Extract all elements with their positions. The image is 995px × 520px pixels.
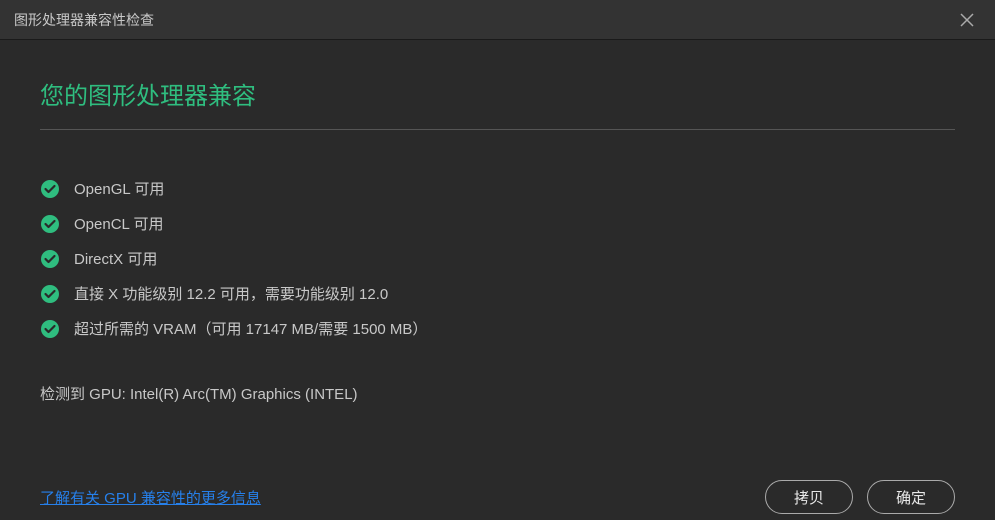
window-title: 图形处理器兼容性检查 (14, 10, 154, 30)
check-label: 直接 X 功能级别 12.2 可用，需要功能级别 12.0 (74, 283, 388, 304)
dialog-footer: 了解有关 GPU 兼容性的更多信息 拷贝 确定 (0, 480, 995, 514)
divider (40, 129, 955, 130)
close-button[interactable] (953, 6, 981, 34)
check-circle-icon (40, 249, 60, 269)
dialog-content: 您的图形处理器兼容 OpenGL 可用 OpenCL 可用 DirectX 可用… (0, 40, 995, 480)
check-item-feature-level: 直接 X 功能级别 12.2 可用，需要功能级别 12.0 (40, 283, 955, 304)
learn-more-link[interactable]: 了解有关 GPU 兼容性的更多信息 (40, 487, 261, 508)
check-label: DirectX 可用 (74, 248, 157, 269)
check-label: OpenCL 可用 (74, 213, 163, 234)
check-item-opengl: OpenGL 可用 (40, 178, 955, 199)
check-item-opencl: OpenCL 可用 (40, 213, 955, 234)
check-item-directx: DirectX 可用 (40, 248, 955, 269)
close-icon (959, 12, 975, 28)
compatibility-heading: 您的图形处理器兼容 (40, 76, 955, 111)
check-circle-icon (40, 319, 60, 339)
check-item-vram: 超过所需的 VRAM（可用 17147 MB/需要 1500 MB） (40, 318, 955, 339)
check-circle-icon (40, 179, 60, 199)
check-label: OpenGL 可用 (74, 178, 164, 199)
check-circle-icon (40, 284, 60, 304)
check-label: 超过所需的 VRAM（可用 17147 MB/需要 1500 MB） (74, 318, 427, 339)
title-bar: 图形处理器兼容性检查 (0, 0, 995, 40)
button-group: 拷贝 确定 (765, 480, 955, 514)
check-circle-icon (40, 214, 60, 234)
detected-gpu-text: 检测到 GPU: Intel(R) Arc(TM) Graphics (INTE… (40, 383, 955, 404)
copy-button[interactable]: 拷贝 (765, 480, 853, 514)
check-list: OpenGL 可用 OpenCL 可用 DirectX 可用 直接 X 功能级别… (40, 178, 955, 339)
ok-button[interactable]: 确定 (867, 480, 955, 514)
